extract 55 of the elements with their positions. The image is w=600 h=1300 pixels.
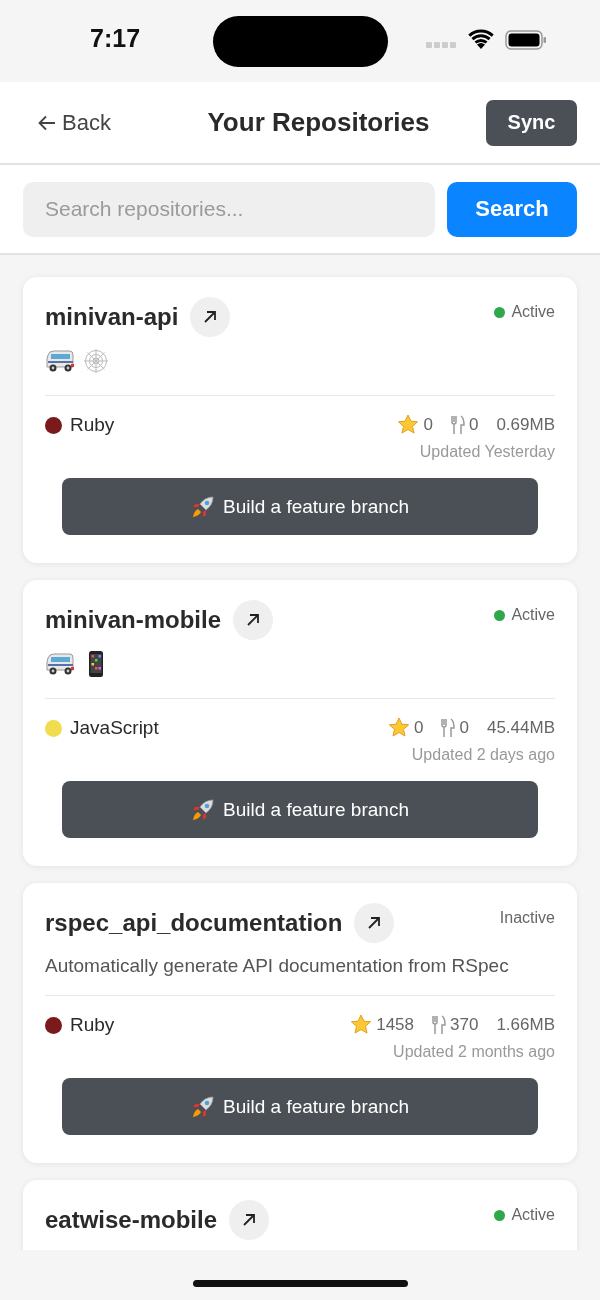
language-name: Ruby (70, 1014, 115, 1036)
updated-time: Updated Yesterday (419, 443, 555, 461)
build-branch-button[interactable]: Build a feature branch (62, 478, 538, 535)
star-count: 0 (414, 717, 424, 738)
fork-knife-icon (450, 414, 465, 435)
status-label: Active (511, 606, 555, 624)
repository-size: 1.66MB (496, 1014, 555, 1035)
fork-knife-icon (432, 1014, 447, 1035)
repository-name: eatwise-mobile (45, 1206, 218, 1234)
search-button[interactable]: Search (447, 181, 577, 237)
external-link-icon (245, 612, 262, 628)
external-link-icon (241, 1212, 258, 1228)
status-label: Active (511, 1206, 555, 1224)
fork-knife-icon (441, 717, 456, 738)
clock-time: 7:17 (90, 24, 141, 53)
external-link-icon (366, 915, 383, 931)
page-title: Your Repositories (207, 107, 430, 138)
updated-time: Updated 2 months ago (393, 1043, 555, 1061)
signal-icon (426, 42, 456, 48)
star-count: 0 (423, 414, 433, 435)
status-label: Active (511, 303, 555, 321)
fork-count: 0 (468, 414, 479, 435)
battery-icon (505, 30, 547, 50)
open-link-button[interactable] (190, 297, 231, 337)
build-branch-button[interactable]: Build a feature branch (62, 781, 538, 838)
status-label: Inactive (499, 909, 555, 927)
star-icon (397, 414, 420, 435)
rocket-icon (191, 797, 216, 822)
star-icon (350, 1014, 373, 1035)
wifi-icon (468, 29, 494, 49)
open-link-button[interactable] (233, 600, 274, 640)
repository-name: minivan-api (45, 303, 179, 331)
back-arrow-icon (38, 114, 56, 131)
build-branch-button[interactable]: Build a feature branch (62, 1078, 538, 1135)
repository-name: minivan-mobile (45, 606, 222, 634)
star-icon (388, 717, 410, 738)
sync-button[interactable]: Sync (486, 99, 577, 146)
spider-web-icon (81, 347, 111, 375)
language-name: JavaScript (70, 717, 159, 739)
fork-count: 0 (459, 717, 469, 738)
repository-size: 45.44MB (486, 717, 555, 738)
back-button[interactable]: Back (38, 109, 111, 136)
language-name: Ruby (70, 414, 115, 436)
fork-count: 370 (450, 1014, 479, 1035)
rocket-icon (191, 1094, 216, 1119)
open-link-button[interactable] (229, 1200, 270, 1240)
updated-time: Updated 2 days ago (411, 746, 555, 764)
star-count: 1458 (376, 1014, 415, 1035)
open-link-button[interactable] (354, 903, 395, 943)
repository-description: Automatically generate API documentation from RSpec (45, 955, 510, 977)
repository-size: 0.69MB (496, 414, 555, 435)
rocket-icon (191, 494, 216, 519)
repository-name: rspec_api_documentation (45, 909, 343, 937)
search-field[interactable]: Search repositories... (23, 181, 435, 237)
external-link-icon (202, 309, 219, 325)
